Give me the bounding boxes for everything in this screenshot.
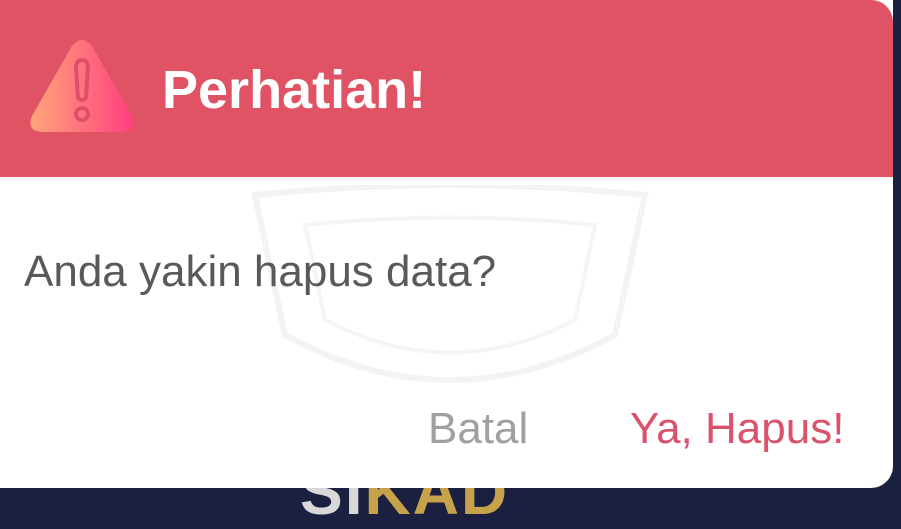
cancel-button[interactable]: Batal [428, 399, 528, 459]
dialog-message: Anda yakin hapus data? [24, 247, 497, 296]
dialog-header: Perhatian! [0, 0, 893, 177]
warning-triangle-icon [30, 40, 134, 132]
dialog-title: Perhatian! [162, 60, 427, 120]
confirm-delete-button[interactable]: Ya, Hapus! [630, 399, 844, 459]
confirm-delete-dialog: Perhatian! Anda yakin hapus data? Batal … [0, 0, 893, 488]
